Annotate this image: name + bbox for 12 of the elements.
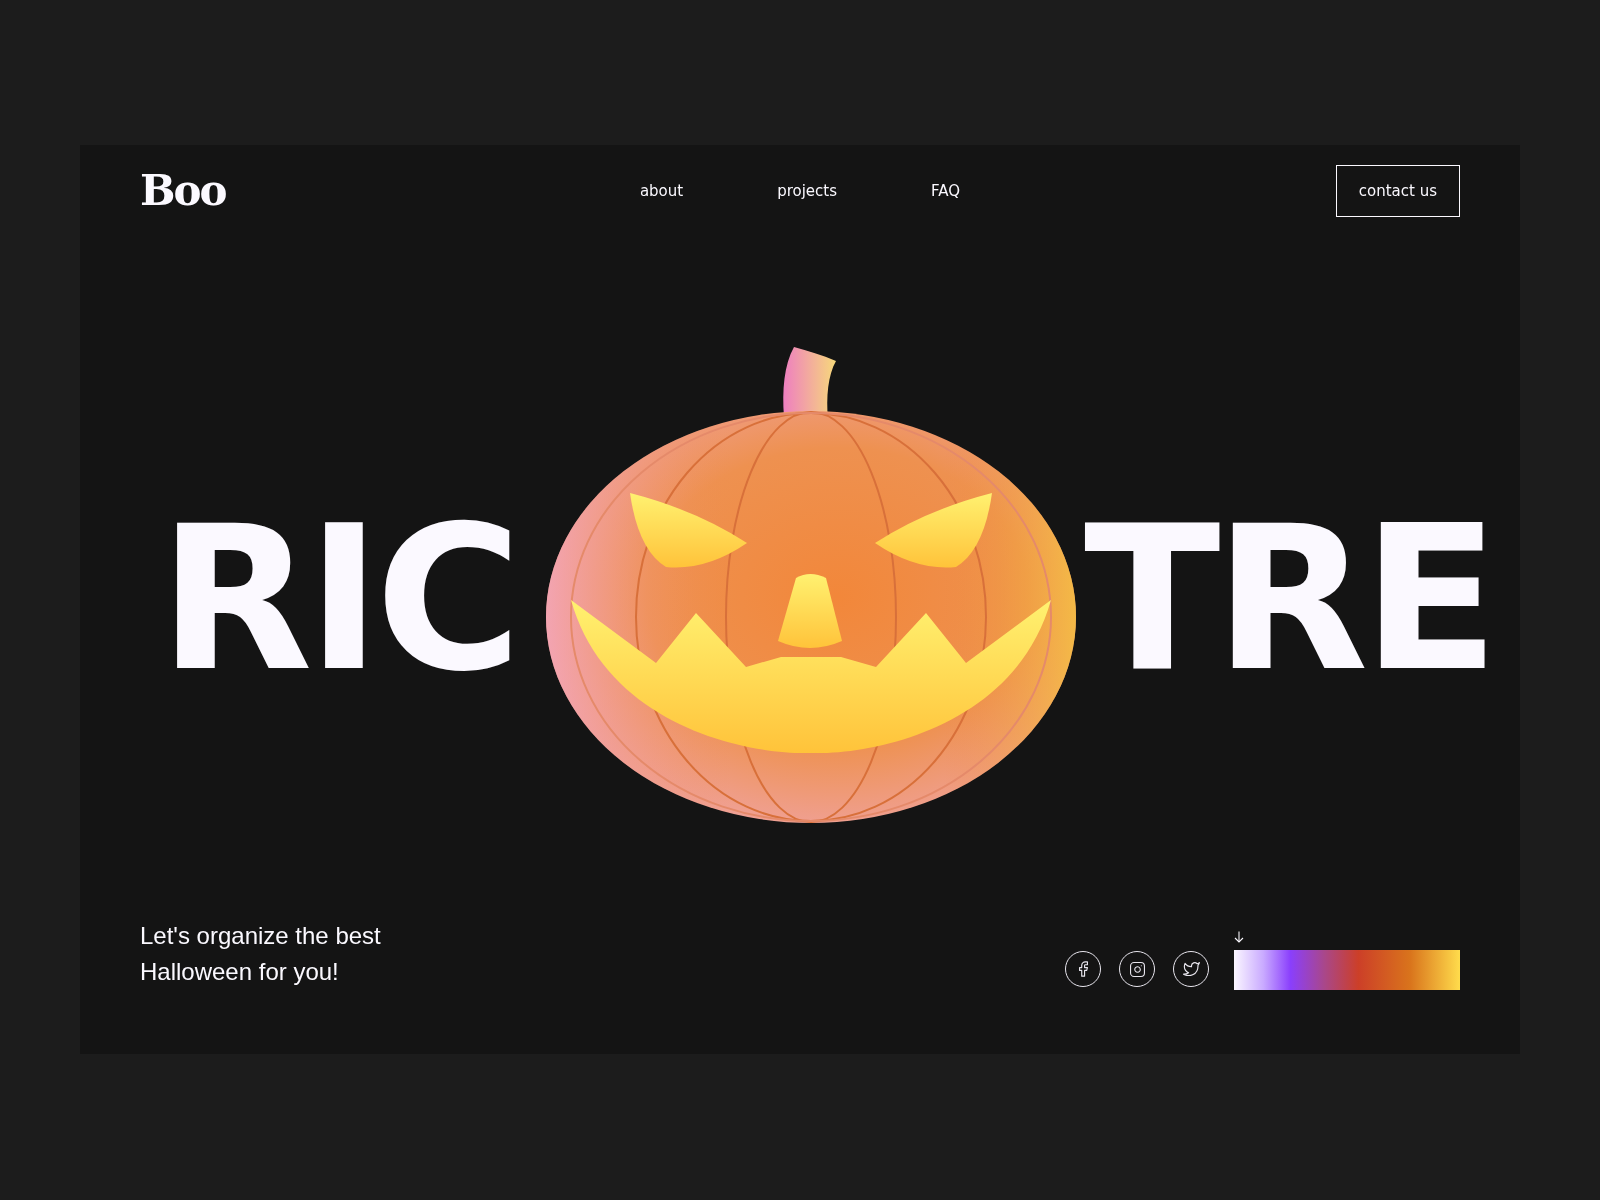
twitter-icon xyxy=(1182,962,1200,976)
nav-link[interactable]: FAQ xyxy=(931,182,961,200)
nav-link[interactable]: about xyxy=(639,182,684,200)
contact-button[interactable]: contact us xyxy=(1335,165,1460,217)
facebook-icon xyxy=(1078,961,1088,977)
instagram-icon xyxy=(1129,961,1145,977)
nav-link[interactable]: projects xyxy=(777,182,838,200)
arrow-down-icon xyxy=(1234,931,1244,943)
headline-text: RIC xyxy=(158,519,516,679)
tagline: Let's organize the best Halloween for you! xyxy=(140,921,381,987)
logo[interactable]: Boo xyxy=(140,170,226,212)
headline-text: TRE xyxy=(1084,519,1494,679)
